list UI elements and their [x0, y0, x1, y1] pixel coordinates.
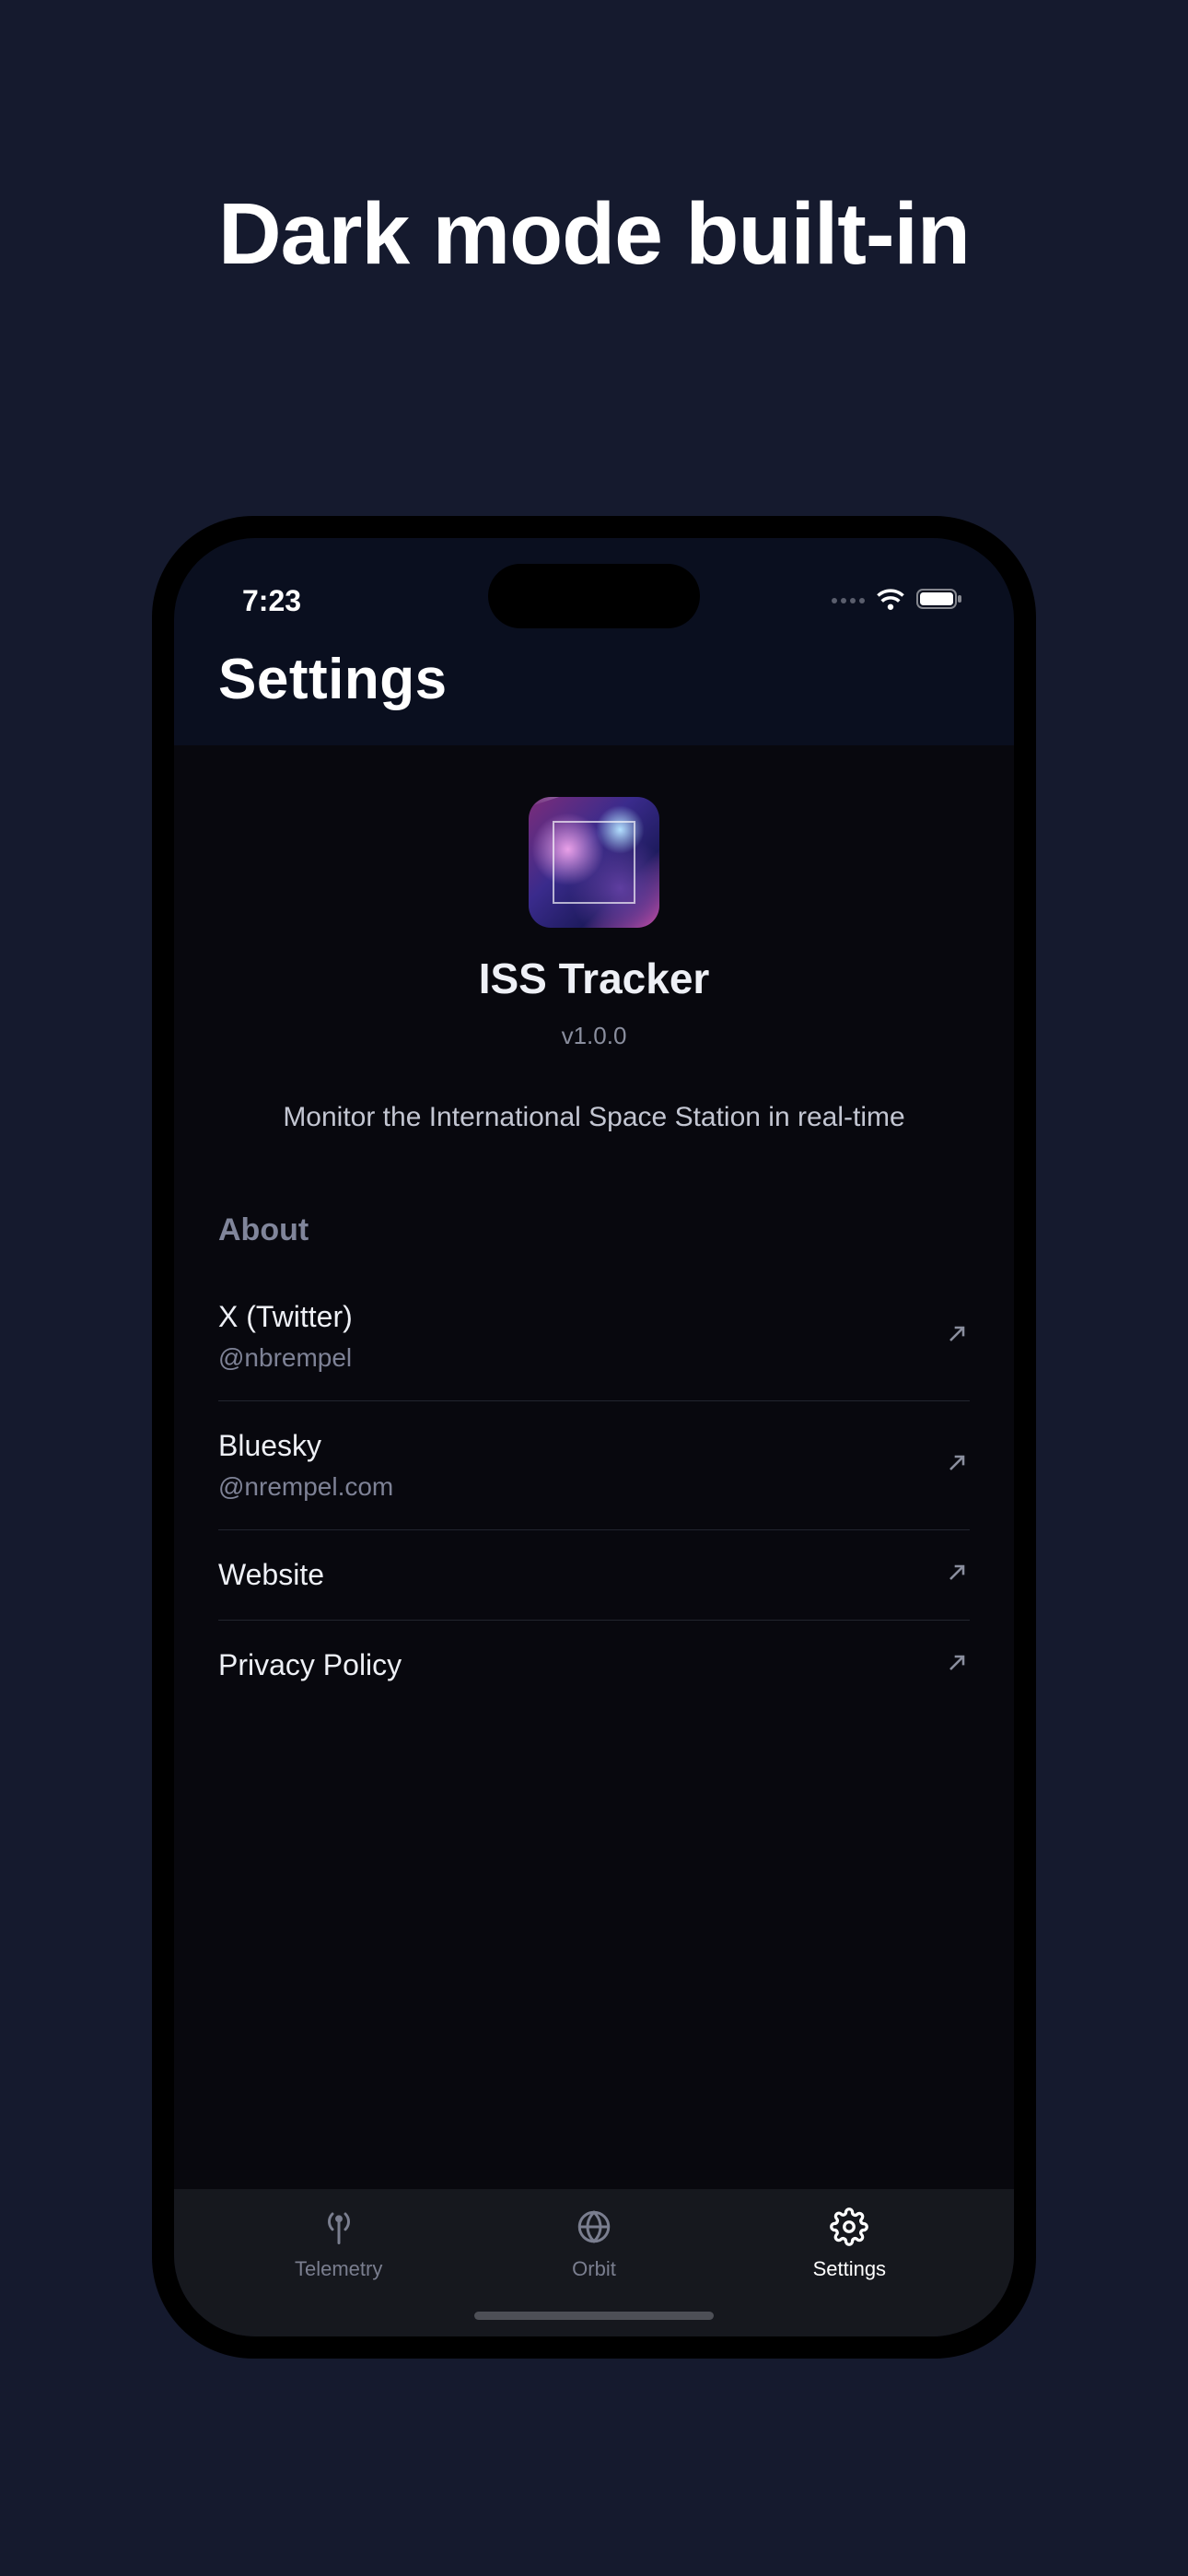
- about-row-privacy[interactable]: Privacy Policy: [218, 1621, 970, 1710]
- status-indicators: [832, 588, 962, 615]
- app-version: v1.0.0: [562, 1022, 627, 1050]
- app-name: ISS Tracker: [479, 954, 710, 1003]
- tab-label: Telemetry: [295, 2257, 382, 2281]
- about-row-subtitle: @nrempel.com: [218, 1472, 393, 1502]
- home-indicator[interactable]: [474, 2312, 714, 2320]
- hero-title: Dark mode built-in: [0, 184, 1188, 285]
- about-row-title: X (Twitter): [218, 1300, 353, 1334]
- antenna-icon: [320, 2206, 358, 2248]
- settings-content: ISS Tracker v1.0.0 Monitor the Internati…: [174, 745, 1014, 2189]
- page-title: Settings: [218, 647, 970, 712]
- tab-orbit[interactable]: Orbit: [466, 2206, 721, 2281]
- about-row-title: Bluesky: [218, 1429, 393, 1463]
- phone-screen: 7:23 Set: [174, 538, 1014, 2336]
- app-description: Monitor the International Space Station …: [283, 1095, 904, 1141]
- tab-settings[interactable]: Settings: [722, 2206, 977, 2281]
- signal-icon: [832, 598, 865, 603]
- gear-icon: [830, 2206, 868, 2248]
- tab-label: Orbit: [572, 2257, 616, 2281]
- dynamic-island: [488, 564, 700, 628]
- app-icon: [529, 797, 659, 928]
- external-link-icon: [944, 1650, 970, 1680]
- page-header: Settings: [174, 630, 1014, 745]
- battery-icon: [916, 588, 962, 615]
- external-link-icon: [944, 1321, 970, 1352]
- about-row-title: Website: [218, 1558, 324, 1592]
- app-info: ISS Tracker v1.0.0 Monitor the Internati…: [218, 797, 970, 1141]
- status-time: 7:23: [242, 584, 301, 618]
- about-section: About X (Twitter) @nbrempel Bluesky @nre…: [218, 1212, 970, 1710]
- tab-label: Settings: [813, 2257, 887, 2281]
- about-row-twitter[interactable]: X (Twitter) @nbrempel: [218, 1272, 970, 1401]
- globe-icon: [575, 2206, 613, 2248]
- about-row-bluesky[interactable]: Bluesky @nrempel.com: [218, 1401, 970, 1530]
- about-section-header: About: [218, 1212, 970, 1248]
- about-row-website[interactable]: Website: [218, 1530, 970, 1621]
- about-row-title: Privacy Policy: [218, 1648, 402, 1682]
- external-link-icon: [944, 1450, 970, 1481]
- about-row-subtitle: @nbrempel: [218, 1343, 353, 1373]
- wifi-icon: [876, 588, 905, 615]
- external-link-icon: [944, 1560, 970, 1590]
- tab-telemetry[interactable]: Telemetry: [211, 2206, 466, 2281]
- phone-frame: 7:23 Set: [152, 516, 1036, 2359]
